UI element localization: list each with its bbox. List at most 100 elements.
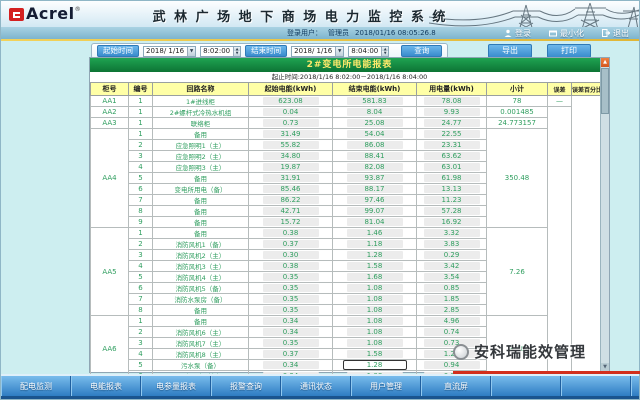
row-number-cell[interactable]: 5 xyxy=(129,360,153,371)
nav-tab-alarm-query[interactable]: 报警查询 xyxy=(211,376,281,396)
usage-cell[interactable]: 3.42 xyxy=(417,261,487,272)
start-energy-cell[interactable]: 623.08 xyxy=(249,96,333,107)
circuit-name-cell[interactable]: 消防风机3（主） xyxy=(153,261,249,272)
start-energy-cell[interactable]: 0.73 xyxy=(249,118,333,129)
end-energy-cell[interactable]: 1.08 xyxy=(333,305,417,316)
start-energy-cell[interactable]: 0.35 xyxy=(249,305,333,316)
error-pct-cell[interactable] xyxy=(572,96,602,382)
usage-cell[interactable]: 22.55 xyxy=(417,129,487,140)
usage-cell[interactable]: 13.13 xyxy=(417,184,487,195)
cabinet-cell[interactable]: AA3 xyxy=(91,118,129,129)
cabinet-cell[interactable]: AA2 xyxy=(91,107,129,118)
row-number-cell[interactable]: 8 xyxy=(129,305,153,316)
row-number-cell[interactable]: 3 xyxy=(129,250,153,261)
end-energy-cell[interactable]: 8.04 xyxy=(333,107,417,118)
subtotal-cell[interactable]: 0.001485 xyxy=(487,107,548,118)
usage-cell[interactable]: 63.62 xyxy=(417,151,487,162)
end-energy-cell[interactable]: 99.07 xyxy=(333,206,417,217)
end-energy-cell[interactable]: 1.08 xyxy=(333,338,417,349)
start-energy-cell[interactable]: 0.37 xyxy=(249,239,333,250)
exit-button[interactable]: 退出 xyxy=(602,28,629,39)
circuit-name-cell[interactable]: 备用 xyxy=(153,195,249,206)
end-energy-cell[interactable]: 1.58 xyxy=(333,349,417,360)
subtotal-cell[interactable]: 350.48 xyxy=(487,129,548,228)
circuit-name-cell[interactable]: 应急照明1（主） xyxy=(153,140,249,151)
row-number-cell[interactable]: 5 xyxy=(129,272,153,283)
row-number-cell[interactable]: 6 xyxy=(129,283,153,294)
subtotal-cell[interactable]: 24.773157 xyxy=(487,118,548,129)
usage-cell[interactable]: 3.32 xyxy=(417,228,487,239)
start-energy-cell[interactable]: 86.22 xyxy=(249,195,333,206)
row-number-cell[interactable]: 8 xyxy=(129,206,153,217)
circuit-name-cell[interactable]: 变电所用电（备） xyxy=(153,184,249,195)
login-button[interactable]: 登录 xyxy=(504,28,531,39)
row-number-cell[interactable]: 1 xyxy=(129,107,153,118)
row-number-cell[interactable]: 9 xyxy=(129,217,153,228)
cabinet-cell[interactable]: AA5 xyxy=(91,228,129,316)
row-number-cell[interactable]: 7 xyxy=(129,294,153,305)
vertical-scrollbar[interactable]: ▲ ▼ xyxy=(600,58,609,372)
row-number-cell[interactable]: 5 xyxy=(129,173,153,184)
usage-cell[interactable]: 3.83 xyxy=(417,239,487,250)
nav-tab-user-management[interactable]: 用户管理 xyxy=(351,376,421,396)
row-number-cell[interactable]: 6 xyxy=(129,184,153,195)
row-number-cell[interactable]: 1 xyxy=(129,129,153,140)
start-energy-cell[interactable]: 0.35 xyxy=(249,283,333,294)
start-energy-cell[interactable]: 85.46 xyxy=(249,184,333,195)
row-number-cell[interactable]: 3 xyxy=(129,338,153,349)
end-date-select[interactable]: 2018/ 1/16 ▼ xyxy=(291,46,344,57)
usage-cell[interactable]: 63.01 xyxy=(417,162,487,173)
start-energy-cell[interactable]: 0.38 xyxy=(249,228,333,239)
start-energy-cell[interactable]: 0.04 xyxy=(249,107,333,118)
end-energy-cell[interactable]: 54.04 xyxy=(333,129,417,140)
row-number-cell[interactable]: 4 xyxy=(129,349,153,360)
start-energy-cell[interactable]: 0.30 xyxy=(249,250,333,261)
circuit-name-cell[interactable]: 消防风机1（备） xyxy=(153,239,249,250)
cabinet-cell[interactable]: AA6 xyxy=(91,316,129,382)
circuit-name-cell[interactable]: 消防水泵房（备） xyxy=(153,294,249,305)
end-energy-cell[interactable]: 1.68 xyxy=(333,272,417,283)
end-energy-cell[interactable]: 1.46 xyxy=(333,228,417,239)
end-energy-cell[interactable]: 1.58 xyxy=(333,261,417,272)
start-time-spinner[interactable]: 8:02:00 ▲▼ xyxy=(200,46,241,57)
scroll-up-icon[interactable]: ▲ xyxy=(601,58,609,67)
export-button[interactable]: 导出 xyxy=(488,44,532,58)
start-energy-cell[interactable]: 0.34 xyxy=(249,360,333,371)
end-energy-cell[interactable]: 82.08 xyxy=(333,162,417,173)
usage-cell[interactable]: 2.85 xyxy=(417,305,487,316)
start-energy-cell[interactable]: 0.38 xyxy=(249,261,333,272)
start-energy-cell[interactable]: 55.82 xyxy=(249,140,333,151)
row-number-cell[interactable]: 1 xyxy=(129,316,153,327)
row-number-cell[interactable]: 4 xyxy=(129,261,153,272)
circuit-name-cell[interactable]: 应急照明3（主） xyxy=(153,162,249,173)
row-number-cell[interactable]: 3 xyxy=(129,151,153,162)
circuit-name-cell[interactable]: 消防风机8（主） xyxy=(153,349,249,360)
chevron-down-icon[interactable]: ▼ xyxy=(187,47,195,56)
start-energy-cell[interactable]: 34.80 xyxy=(249,151,333,162)
circuit-name-cell[interactable]: 消防风机5（备） xyxy=(153,283,249,294)
subtotal-cell[interactable]: 78 xyxy=(487,96,548,107)
start-energy-cell[interactable]: 0.35 xyxy=(249,338,333,349)
circuit-name-cell[interactable]: 备用 xyxy=(153,206,249,217)
start-energy-cell[interactable]: 0.35 xyxy=(249,294,333,305)
end-energy-cell[interactable]: 1.28 xyxy=(333,250,417,261)
usage-cell[interactable]: 11.23 xyxy=(417,195,487,206)
cabinet-cell[interactable]: AA1 xyxy=(91,96,129,107)
end-time-spinner[interactable]: 8:04:00 ▲▼ xyxy=(348,46,389,57)
spinner-arrows[interactable]: ▲▼ xyxy=(233,47,240,56)
circuit-name-cell[interactable]: 备用 xyxy=(153,305,249,316)
usage-cell[interactable]: 78.08 xyxy=(417,96,487,107)
end-energy-cell[interactable]: 88.17 xyxy=(333,184,417,195)
print-button[interactable]: 打印 xyxy=(547,44,591,58)
usage-cell[interactable]: 24.77 xyxy=(417,118,487,129)
end-energy-cell[interactable]: 81.04 xyxy=(333,217,417,228)
usage-cell[interactable]: 4.96 xyxy=(417,316,487,327)
row-number-cell[interactable]: 7 xyxy=(129,195,153,206)
usage-cell[interactable]: 57.28 xyxy=(417,206,487,217)
row-number-cell[interactable]: 2 xyxy=(129,140,153,151)
usage-cell[interactable]: 0.85 xyxy=(417,283,487,294)
start-energy-cell[interactable]: 0.34 xyxy=(249,316,333,327)
start-energy-cell[interactable]: 19.87 xyxy=(249,162,333,173)
usage-cell[interactable]: 9.93 xyxy=(417,107,487,118)
cabinet-cell[interactable]: AA4 xyxy=(91,129,129,228)
